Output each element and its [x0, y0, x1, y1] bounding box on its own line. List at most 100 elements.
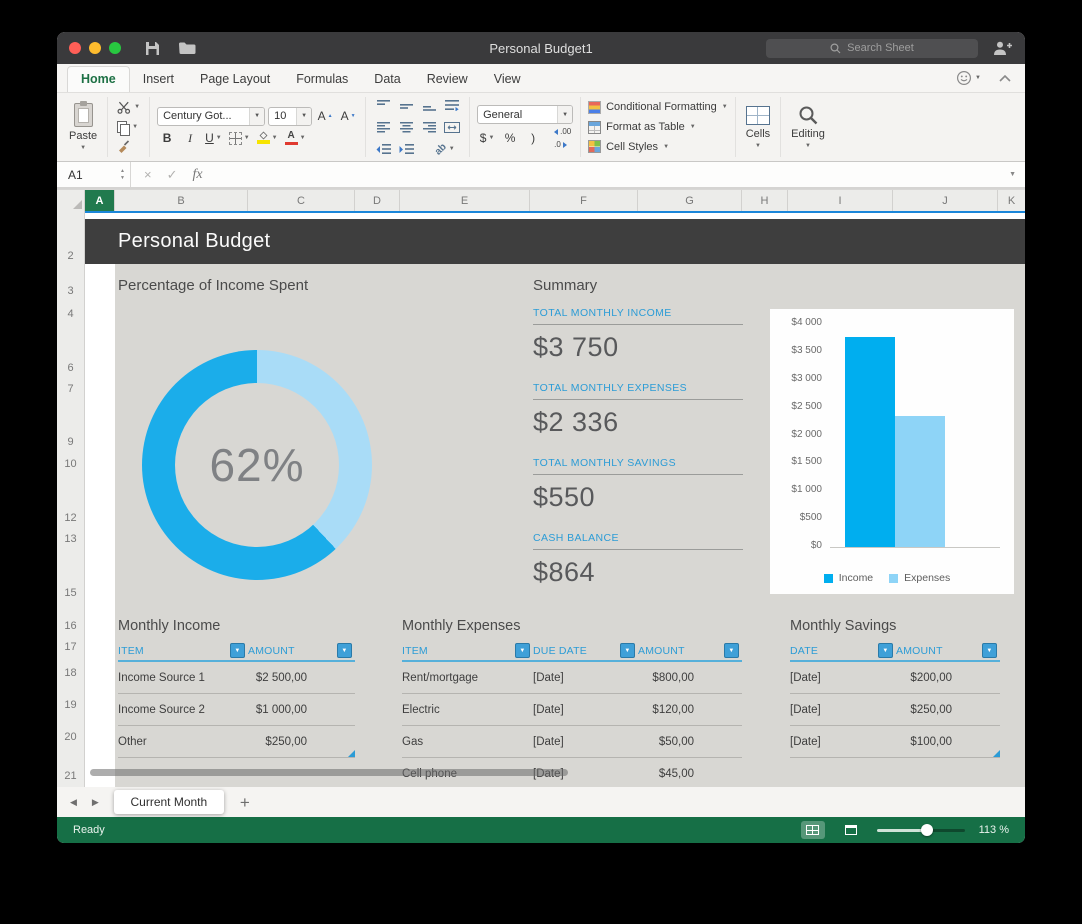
column-header-e[interactable]: E: [400, 190, 530, 211]
table-row[interactable]: [Date] $200,00: [790, 662, 1000, 694]
decrease-decimal-button[interactable]: .0: [554, 140, 571, 149]
row-header[interactable]: 9: [57, 434, 84, 450]
donut-chart[interactable]: 62%: [142, 350, 372, 580]
underline-button[interactable]: U▼: [203, 129, 224, 148]
zoom-slider[interactable]: [877, 823, 965, 837]
percent-format-button[interactable]: %: [500, 129, 520, 148]
next-sheet-arrow[interactable]: ▶: [92, 797, 99, 808]
format-painter-button[interactable]: [115, 138, 142, 155]
tab-data[interactable]: Data: [361, 67, 413, 92]
row-header[interactable]: 7: [57, 381, 84, 397]
close-button[interactable]: [69, 42, 81, 54]
editing-button[interactable]: Editing ▼: [788, 99, 828, 155]
font-name-select[interactable]: Century Got... ▼: [157, 107, 265, 126]
normal-view-button[interactable]: [801, 821, 825, 839]
table-row[interactable]: Other $250,00: [118, 726, 355, 758]
row-header[interactable]: 21: [57, 768, 84, 784]
tab-insert[interactable]: Insert: [130, 67, 187, 92]
align-left-button[interactable]: [373, 118, 393, 137]
bar-chart[interactable]: $4 000 $3 500 $3 000 $2 500 $2 000 $1 50…: [770, 309, 1014, 594]
column-header-b[interactable]: B: [115, 190, 248, 211]
horizontal-scrollbar[interactable]: [90, 769, 568, 776]
zoom-slider-knob[interactable]: [921, 824, 933, 836]
filter-dropdown[interactable]: ▼: [337, 643, 352, 658]
column-header-g[interactable]: G: [638, 190, 742, 211]
name-box[interactable]: A1 ▲▼: [57, 162, 131, 187]
table-row[interactable]: Income Source 2 $1 000,00: [118, 694, 355, 726]
sheet-tab-current-month[interactable]: Current Month: [114, 790, 224, 814]
cut-button[interactable]: ▼: [115, 99, 142, 116]
row-header[interactable]: 19: [57, 697, 84, 713]
italic-button[interactable]: I: [180, 129, 200, 148]
table-row[interactable]: [Date] $100,00: [790, 726, 1000, 758]
decrease-font-size-button[interactable]: A▼: [338, 107, 358, 126]
tab-page-layout[interactable]: Page Layout: [187, 67, 283, 92]
align-middle-button[interactable]: [396, 96, 416, 115]
page-layout-view-button[interactable]: [839, 821, 863, 839]
orientation-button[interactable]: ab▼: [433, 140, 457, 159]
income-bar[interactable]: [845, 337, 895, 547]
align-center-button[interactable]: [396, 118, 416, 137]
cancel-icon[interactable]: ×: [144, 167, 152, 182]
search-sheet-field[interactable]: Search Sheet: [766, 39, 978, 58]
column-header-j[interactable]: J: [893, 190, 998, 211]
add-sheet-button[interactable]: +: [240, 794, 250, 811]
row-header[interactable]: 13: [57, 531, 84, 547]
merge-center-button[interactable]: [442, 118, 462, 137]
font-size-select[interactable]: 10 ▼: [268, 107, 312, 126]
align-bottom-button[interactable]: [419, 96, 439, 115]
table-row[interactable]: [Date] $250,00: [790, 694, 1000, 726]
row-header[interactable]: 2: [57, 248, 84, 264]
currency-format-button[interactable]: $▼: [477, 129, 497, 148]
filter-dropdown[interactable]: ▼: [982, 643, 997, 658]
enter-icon[interactable]: ✓: [167, 167, 178, 183]
paste-button[interactable]: Paste ▼: [66, 99, 100, 155]
insert-function-icon[interactable]: fx: [193, 167, 203, 183]
align-top-button[interactable]: [373, 96, 393, 115]
prev-sheet-arrow[interactable]: ◀: [70, 797, 77, 808]
column-header-a[interactable]: A: [85, 190, 115, 211]
column-header-i[interactable]: I: [788, 190, 893, 211]
comma-format-button[interactable]: ): [523, 129, 543, 148]
table-resize-handle[interactable]: [993, 750, 1000, 757]
increase-font-size-button[interactable]: A▲: [315, 107, 335, 126]
table-row[interactable]: Electric [Date] $120,00: [402, 694, 742, 726]
column-header-d[interactable]: D: [355, 190, 400, 211]
filter-dropdown[interactable]: ▼: [878, 643, 893, 658]
row-header[interactable]: 18: [57, 665, 84, 681]
cells-button[interactable]: Cells ▼: [743, 99, 773, 155]
column-header-c[interactable]: C: [248, 190, 355, 211]
font-color-button[interactable]: A ▼: [283, 129, 308, 148]
row-header[interactable]: 3: [57, 283, 84, 299]
fullscreen-button[interactable]: [109, 42, 121, 54]
expenses-bar[interactable]: [895, 416, 945, 547]
filter-dropdown[interactable]: ▼: [515, 643, 530, 658]
borders-button[interactable]: ▼: [227, 129, 252, 148]
row-header[interactable]: 6: [57, 360, 84, 376]
feedback-smiley-icon[interactable]: ▼: [956, 70, 981, 86]
tab-home[interactable]: Home: [67, 66, 130, 92]
row-header[interactable]: 4: [57, 306, 84, 322]
conditional-formatting-button[interactable]: Conditional Formatting ▼: [588, 99, 728, 116]
table-resize-handle[interactable]: [348, 750, 355, 757]
row-header[interactable]: 20: [57, 729, 84, 745]
filter-dropdown[interactable]: ▼: [230, 643, 245, 658]
collapse-ribbon-icon[interactable]: [999, 75, 1011, 82]
decrease-indent-button[interactable]: [373, 140, 393, 159]
tab-review[interactable]: Review: [414, 67, 481, 92]
filter-dropdown[interactable]: ▼: [620, 643, 635, 658]
increase-indent-button[interactable]: [396, 140, 416, 159]
filter-dropdown[interactable]: ▼: [724, 643, 739, 658]
copy-button[interactable]: ▼: [115, 119, 142, 136]
row-header[interactable]: 15: [57, 585, 84, 601]
select-all-corner[interactable]: [57, 190, 85, 211]
column-header-f[interactable]: F: [530, 190, 638, 211]
name-box-stepper[interactable]: ▲▼: [120, 168, 125, 182]
format-as-table-button[interactable]: Format as Table ▼: [588, 119, 728, 136]
number-format-select[interactable]: General ▼: [477, 105, 573, 124]
table-row[interactable]: Income Source 1 $2 500,00: [118, 662, 355, 694]
cell-styles-button[interactable]: Cell Styles ▼: [588, 138, 728, 155]
tab-formulas[interactable]: Formulas: [283, 67, 361, 92]
worksheet-grid[interactable]: 2 3 4 6 7 9 10 12 13 15 16 17 18 19 20 2…: [57, 211, 1025, 787]
row-header[interactable]: 17: [57, 639, 84, 655]
